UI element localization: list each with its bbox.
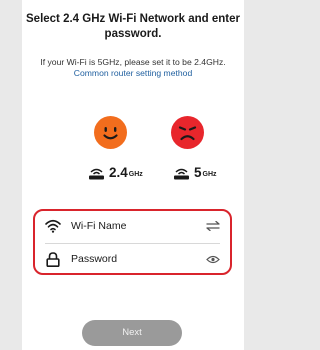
wifi-name-label: Wi-Fi Name <box>71 220 127 232</box>
wifi-credentials-form: Wi-Fi Name Password <box>33 209 232 275</box>
router-icon <box>88 167 105 180</box>
password-label: Password <box>71 253 118 265</box>
band-2-4ghz: 2.4 GHz <box>88 164 143 180</box>
switch-network-icon[interactable] <box>206 219 220 233</box>
router-setting-link[interactable]: Common router setting method <box>74 68 192 78</box>
band-5ghz: 5 GHz <box>173 164 217 180</box>
wifi-icon <box>45 218 61 234</box>
band-value: 2.4 <box>109 165 128 180</box>
page-title: Select 2.4 GHz Wi-Fi Network and enter p… <box>26 13 240 40</box>
band-unit: GHz <box>128 171 143 178</box>
field-divider <box>45 243 220 244</box>
band-note-text: If your Wi-Fi is 5GHz, please set it to … <box>40 57 226 67</box>
next-button[interactable]: Next <box>82 320 182 346</box>
eye-icon[interactable] <box>206 252 220 266</box>
band-value: 5 <box>194 165 202 180</box>
wifi-name-field[interactable]: Wi-Fi Name <box>45 212 220 240</box>
happy-face-icon <box>94 116 127 149</box>
router-icon <box>173 167 190 180</box>
wifi-setup-card: Select 2.4 GHz Wi-Fi Network and enter p… <box>22 0 244 350</box>
band-unit: GHz <box>202 171 217 178</box>
lock-icon <box>45 251 61 267</box>
sad-face-icon <box>171 116 204 149</box>
band-note: If your Wi-Fi is 5GHz, please set it to … <box>30 57 236 79</box>
password-field[interactable]: Password <box>45 245 220 273</box>
